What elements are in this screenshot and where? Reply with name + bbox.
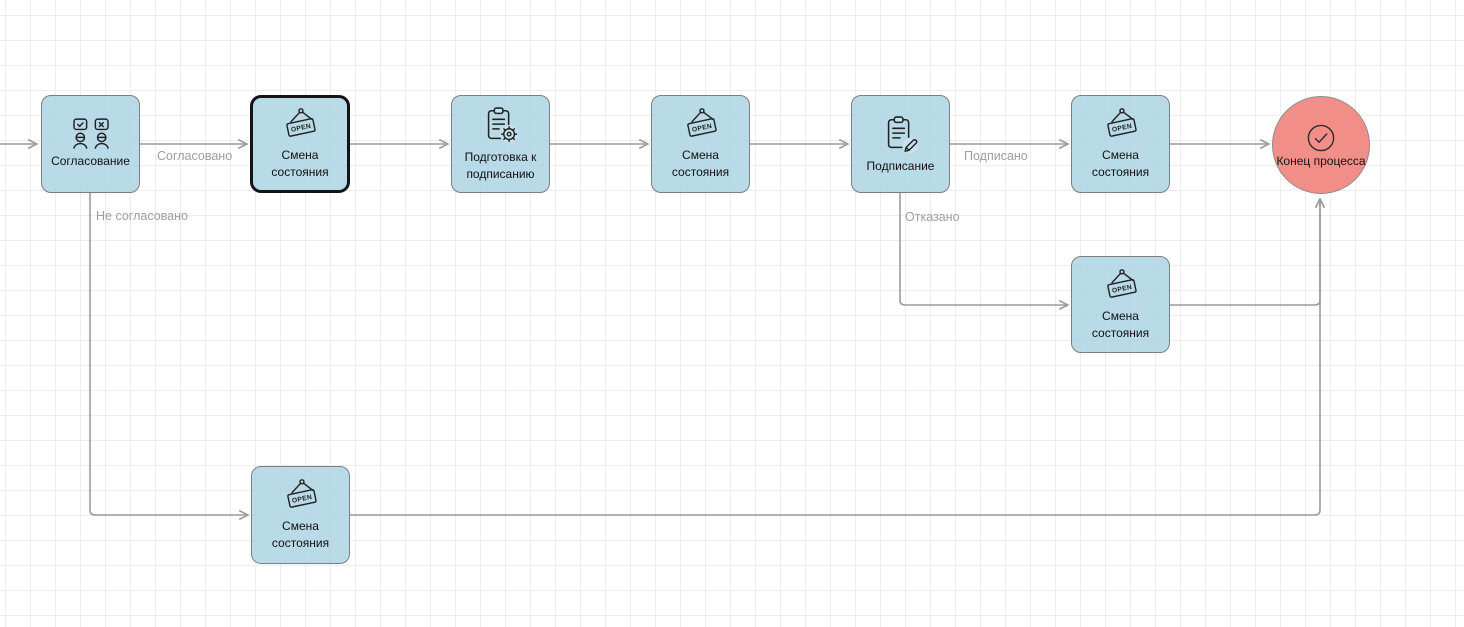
open-sign-icon: OPEN [278,107,322,145]
diagram-canvas[interactable]: Согласовано Не согласовано Подписано Отк… [0,0,1464,627]
open-sign-icon: OPEN [1099,268,1143,306]
edge-label-approved: Согласовано [157,149,232,163]
node-label: Смена состояния [654,147,748,181]
clipboard-gear-icon [480,105,522,147]
node-label: Подготовка к подписанию [454,149,548,183]
node-label: Смена состояния [253,147,347,181]
node-label: Смена состояния [1074,308,1168,342]
edge-label-signed: Подписано [964,149,1028,163]
edge-label-rejected: Отказано [905,210,960,224]
node-label: Подписание [854,158,948,175]
node-state-change-rejected[interactable]: OPEN Смена состояния [1071,256,1170,353]
open-sign-icon: OPEN [279,478,323,516]
edge-approval-not-approved[interactable] [90,193,248,515]
node-signing[interactable]: Подписание [851,95,950,193]
edge-bottom-state-to-end[interactable] [350,199,1320,515]
node-label: Согласование [44,153,138,170]
edge-label-not-approved: Не согласовано [96,209,188,223]
node-approval[interactable]: Согласование [41,95,140,193]
node-prepare-signing[interactable]: Подготовка к подписанию [451,95,550,193]
people-check-x-icon [69,118,113,151]
node-state-change-1[interactable]: OPEN Смена состояния [250,95,350,193]
check-circle-icon [1306,123,1336,153]
open-sign-icon: OPEN [1099,107,1143,145]
node-label: Смена состояния [254,518,348,552]
open-sign-icon: OPEN [679,107,723,145]
node-state-change-2[interactable]: OPEN Смена состояния [651,95,750,193]
node-end[interactable]: Конец процесса [1272,96,1370,194]
edge-rejected-state-to-end[interactable] [1170,199,1320,305]
node-state-change-not-approved[interactable]: OPEN Смена состояния [251,466,350,564]
node-state-change-3[interactable]: OPEN Смена состояния [1071,95,1170,193]
clipboard-pen-icon [880,114,922,156]
node-label: Смена состояния [1074,147,1168,181]
node-label: Конец процесса [1273,154,1369,168]
